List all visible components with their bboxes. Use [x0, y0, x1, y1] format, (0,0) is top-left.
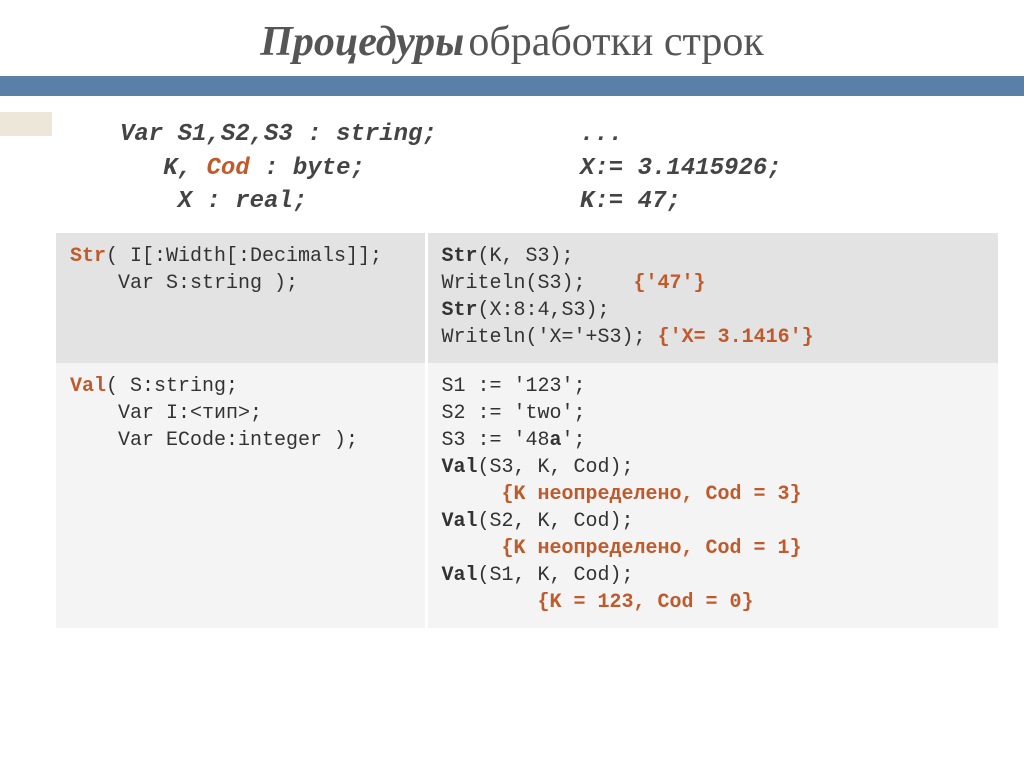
title-rest: обработки строк	[468, 19, 763, 65]
str-signature-cell: Str( I[:Width[:Decimals]]; Var S:string …	[56, 233, 426, 363]
var-declarations: Var S1,S2,S3 : string; K, Cod : byte; X …	[120, 118, 540, 219]
title-emphasis: Процедуры	[260, 19, 464, 65]
val-example-cell: S1 := '123'; S2 := 'two'; S3 := '48a'; V…	[426, 363, 998, 628]
side-tab	[0, 112, 52, 136]
slide-container: Процедуры обработки строк Var S1,S2,S3 :…	[0, 0, 1024, 768]
table-row: Val( S:string; Var I:<тип>; Var ECode:in…	[56, 363, 998, 628]
val-signature-cell: Val( S:string; Var I:<тип>; Var ECode:in…	[56, 363, 426, 628]
slide-title-row: Процедуры обработки строк	[0, 0, 1024, 76]
str-example-cell: Str(K, S3); Writeln(S3); {'47'} Str(X:8:…	[426, 233, 998, 363]
declarations-block: Var S1,S2,S3 : string; K, Cod : byte; X …	[0, 96, 1024, 233]
procedures-table: Str( I[:Width[:Decimals]]; Var S:string …	[56, 233, 998, 628]
assignments: ... X:= 3.1415926; K:= 47;	[580, 118, 984, 219]
title-divider	[0, 76, 1024, 96]
table-row: Str( I[:Width[:Decimals]]; Var S:string …	[56, 233, 998, 363]
